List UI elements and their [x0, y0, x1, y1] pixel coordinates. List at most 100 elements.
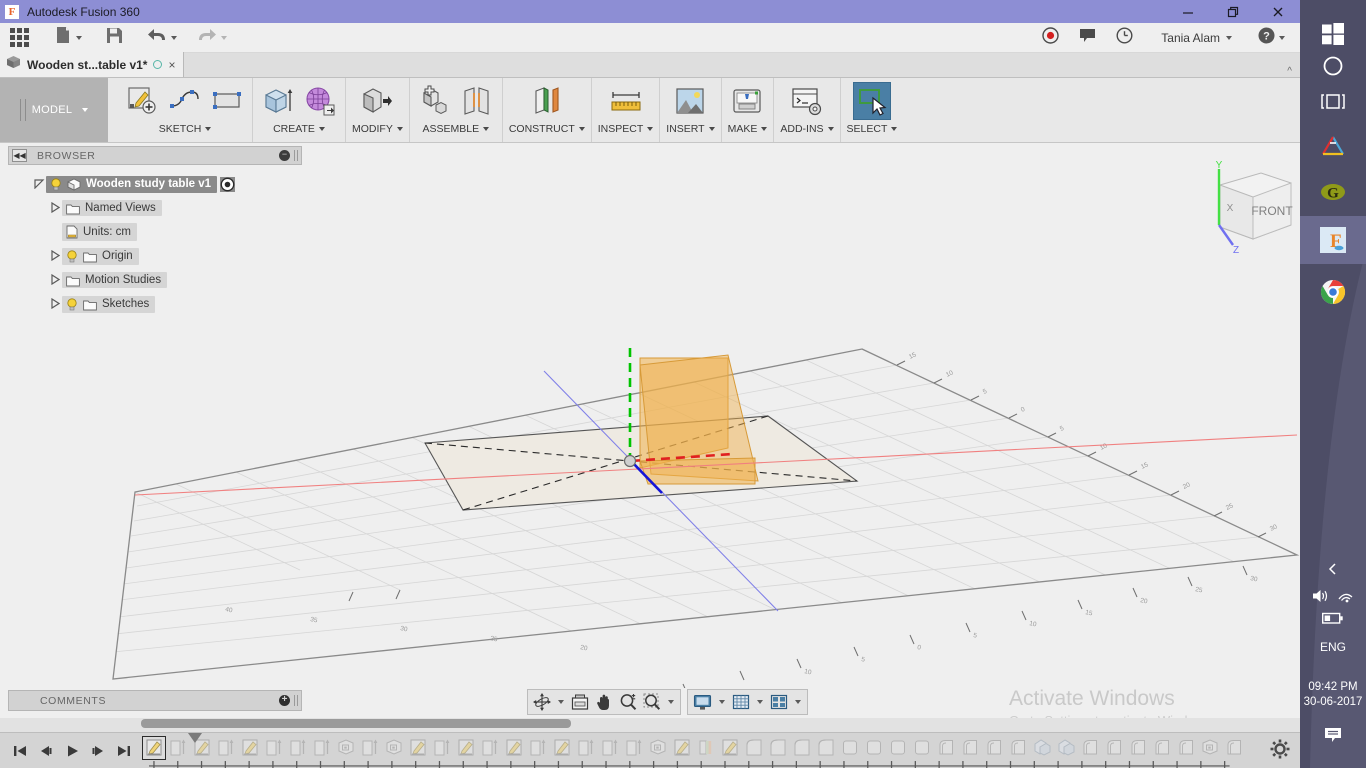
visibility-bulb-icon[interactable]	[66, 297, 78, 311]
viewports-button[interactable]	[767, 690, 791, 714]
timeline-feature[interactable]	[766, 736, 790, 760]
expand-arrow-icon[interactable]	[32, 178, 46, 191]
ribbon-group-label-construct[interactable]: CONSTRUCT	[509, 123, 585, 135]
add-comment-icon[interactable]: +	[279, 695, 290, 706]
timeline-feature[interactable]	[526, 736, 550, 760]
undo-button[interactable]	[141, 23, 183, 53]
chevron-down-icon[interactable]	[795, 700, 801, 704]
offset-plane-icon[interactable]	[528, 82, 566, 120]
timeline-feature[interactable]	[598, 736, 622, 760]
taskbar-task-view-button[interactable]	[1300, 78, 1366, 126]
timeline-feature[interactable]	[406, 736, 430, 760]
expand-arrow-icon[interactable]	[48, 273, 62, 287]
visibility-bulb-icon[interactable]	[66, 249, 78, 263]
tree-row-units[interactable]: Units: cm	[8, 220, 302, 244]
grid-snaps-button[interactable]	[729, 690, 753, 714]
timeline-feature[interactable]	[718, 736, 742, 760]
tree-row-origin[interactable]: Origin	[8, 244, 302, 268]
timeline-feature[interactable]	[1126, 736, 1150, 760]
taskbar-battery-button[interactable]	[1300, 612, 1366, 625]
close-button[interactable]	[1255, 0, 1300, 23]
tree-row-sketches[interactable]: Sketches	[8, 292, 302, 316]
timeline-scrollbar-thumb[interactable]	[141, 719, 571, 728]
ribbon-group-label-sketch[interactable]: SKETCH	[159, 123, 212, 135]
job-status-button[interactable]	[1107, 23, 1142, 53]
timeline-feature[interactable]	[454, 736, 478, 760]
press-pull-icon[interactable]	[358, 82, 396, 120]
timeline-feature[interactable]	[1078, 736, 1102, 760]
comments-panel-header[interactable]: COMMENTS +	[8, 690, 302, 711]
save-button[interactable]	[100, 23, 129, 53]
tree-item-sketches[interactable]: Sketches	[62, 295, 156, 313]
comments-button[interactable]	[1070, 23, 1105, 53]
chevron-down-icon[interactable]	[757, 700, 763, 704]
tree-item-wooden-study-table[interactable]: Wooden study table v1	[46, 175, 218, 193]
timeline-feature[interactable]	[982, 736, 1006, 760]
document-tab[interactable]: Wooden st...table v1* ×	[0, 52, 185, 77]
timeline-feature[interactable]	[862, 736, 886, 760]
timeline-feature[interactable]	[934, 736, 958, 760]
tree-item-motion-studies[interactable]: Motion Studies	[62, 272, 168, 288]
chevron-down-icon[interactable]	[558, 700, 564, 704]
timeline-feature[interactable]	[358, 736, 382, 760]
3d-print-icon[interactable]	[728, 82, 766, 120]
joint-icon[interactable]	[458, 82, 496, 120]
timeline-feature[interactable]	[646, 736, 670, 760]
timeline-settings-icon[interactable]	[1270, 739, 1290, 764]
zoom-button[interactable]	[616, 690, 640, 714]
timeline-track[interactable]	[142, 732, 1300, 768]
tree-item-units[interactable]: Units: cm	[62, 223, 137, 241]
fit-button[interactable]	[568, 690, 592, 714]
new-component-icon[interactable]	[416, 82, 454, 120]
timeline-feature[interactable]	[238, 736, 262, 760]
wifi-button[interactable]	[1336, 588, 1354, 609]
tree-row-motion-studies[interactable]: Motion Studies	[8, 268, 302, 292]
sketch-rectangle-icon[interactable]	[208, 82, 246, 120]
panel-resize-handle[interactable]	[294, 695, 298, 706]
timeline-feature[interactable]	[886, 736, 910, 760]
close-tab-icon[interactable]: ×	[168, 59, 175, 71]
chevron-up-icon[interactable]: ^	[1287, 66, 1292, 77]
timeline-feature[interactable]	[1006, 736, 1030, 760]
step-back-button[interactable]	[34, 739, 58, 763]
timeline-feature[interactable]	[790, 736, 814, 760]
ribbon-grip-handle[interactable]	[19, 99, 26, 121]
extrude-icon[interactable]	[259, 82, 297, 120]
timeline-playhead-marker[interactable]	[186, 732, 204, 747]
help-menu-button[interactable]: ?	[1249, 23, 1294, 53]
user-account-menu[interactable]: Tania Alam	[1152, 23, 1241, 53]
chevron-down-icon[interactable]	[719, 700, 725, 704]
create-form-icon[interactable]	[301, 82, 339, 120]
timeline-feature[interactable]	[622, 736, 646, 760]
volume-button[interactable]	[1312, 588, 1330, 609]
timeline-feature[interactable]	[958, 736, 982, 760]
expand-arrow-icon[interactable]	[48, 297, 62, 311]
workspace-switcher[interactable]: MODEL	[0, 78, 108, 142]
ribbon-group-label-insert[interactable]: INSERT	[666, 123, 715, 135]
timeline-feature[interactable]	[310, 736, 334, 760]
timeline-feature[interactable]	[1102, 736, 1126, 760]
timeline-feature[interactable]	[262, 736, 286, 760]
file-menu-button[interactable]	[49, 23, 88, 53]
taskbar-action-center-button[interactable]	[1300, 726, 1366, 744]
ribbon-group-label-create[interactable]: CREATE	[273, 123, 325, 135]
tree-row-named-views[interactable]: Named Views	[8, 196, 302, 220]
step-forward-button[interactable]	[86, 739, 110, 763]
scripts-addins-icon[interactable]	[788, 82, 826, 120]
sketch-spline-icon[interactable]	[166, 82, 204, 120]
timeline-feature[interactable]	[1174, 736, 1198, 760]
minimize-button[interactable]	[1165, 0, 1210, 23]
activate-target-icon[interactable]	[220, 176, 236, 192]
taskbar-fusion360-button[interactable]: F	[1300, 216, 1366, 264]
select-cursor-icon[interactable]	[852, 82, 891, 120]
ribbon-group-label-select[interactable]: SELECT	[847, 123, 898, 135]
taskbar-g-app-button[interactable]: G	[1300, 168, 1366, 216]
timeline-feature[interactable]	[1030, 736, 1054, 760]
taskbar-clock[interactable]: 09:42 PM 30-06-2017	[1300, 680, 1366, 710]
create-sketch-icon[interactable]	[124, 82, 162, 120]
expand-arrow-icon[interactable]	[48, 201, 62, 215]
timeline-feature[interactable]	[1150, 736, 1174, 760]
timeline-feature[interactable]	[286, 736, 310, 760]
chevron-down-icon[interactable]	[668, 700, 674, 704]
tree-item-origin[interactable]: Origin	[62, 247, 139, 265]
